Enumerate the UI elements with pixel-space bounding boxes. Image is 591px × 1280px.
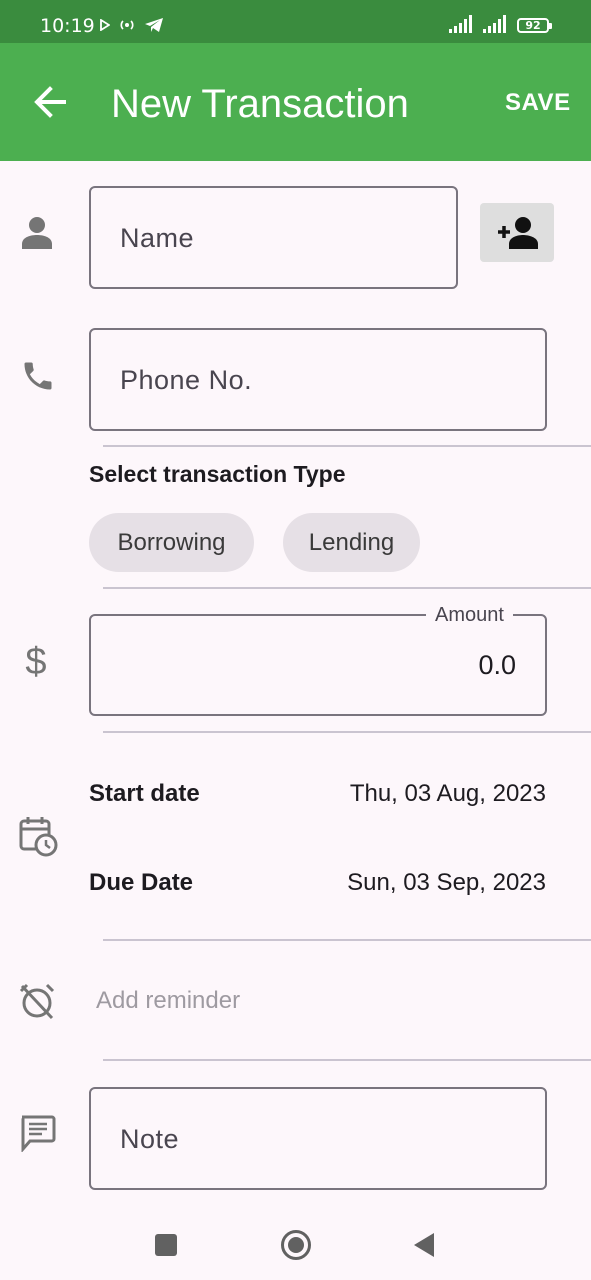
calendar-clock-icon <box>19 817 58 857</box>
recents-icon[interactable] <box>155 1234 177 1256</box>
status-system-icons: 92 <box>449 15 552 33</box>
amount-label: Amount <box>426 604 513 627</box>
name-placeholder: Name <box>120 223 195 253</box>
divider <box>103 1059 591 1061</box>
signal-icon <box>449 15 472 33</box>
divider <box>103 445 591 447</box>
due-date-value[interactable]: Sun, 03 Sep, 2023 <box>347 869 546 897</box>
chip-borrowing[interactable]: Borrowing <box>89 513 254 572</box>
home-icon[interactable] <box>281 1230 311 1260</box>
person-add-icon <box>498 217 538 249</box>
svg-text:$: $ <box>25 641 46 681</box>
phone-field[interactable]: Phone No. <box>89 328 547 431</box>
add-reminder[interactable]: Add reminder <box>96 987 240 1015</box>
chip-lending[interactable]: Lending <box>283 513 420 572</box>
add-contact-button[interactable] <box>480 203 554 262</box>
transaction-type-label: Select transaction Type <box>89 461 346 487</box>
page-title: New Transaction <box>111 82 409 126</box>
status-time: 10:19 <box>40 15 95 37</box>
note-field[interactable]: Note <box>89 1087 547 1190</box>
dollar-icon: $ <box>25 641 46 681</box>
play-icon <box>100 19 110 31</box>
due-date-label: Due Date <box>89 869 194 896</box>
phone-placeholder: Phone No. <box>120 365 253 395</box>
divider <box>103 731 591 733</box>
status-bar: 10:19 92 <box>0 0 591 43</box>
radio-icon <box>120 20 134 30</box>
person-icon <box>22 217 52 249</box>
signal-icon <box>483 15 506 33</box>
phone-icon <box>24 362 52 390</box>
alarm-off-icon <box>19 983 55 1020</box>
back-icon[interactable] <box>412 1232 436 1258</box>
start-date-value[interactable]: Thu, 03 Aug, 2023 <box>350 780 546 808</box>
note-placeholder: Note <box>120 1124 180 1154</box>
status-notification-icons <box>100 13 164 37</box>
divider <box>103 587 591 589</box>
name-field[interactable]: Name <box>89 186 458 289</box>
system-nav-bar <box>0 1212 591 1280</box>
amount-value: 0.0 <box>478 650 516 680</box>
arrow-left-icon <box>34 86 66 118</box>
telegram-icon <box>145 18 163 32</box>
divider <box>103 939 591 941</box>
start-date-label: Start date <box>89 780 200 807</box>
comment-icon <box>21 1115 56 1152</box>
save-button[interactable]: SAVE <box>505 89 571 117</box>
back-button[interactable] <box>30 84 74 120</box>
battery-icon: 92 <box>517 18 552 33</box>
